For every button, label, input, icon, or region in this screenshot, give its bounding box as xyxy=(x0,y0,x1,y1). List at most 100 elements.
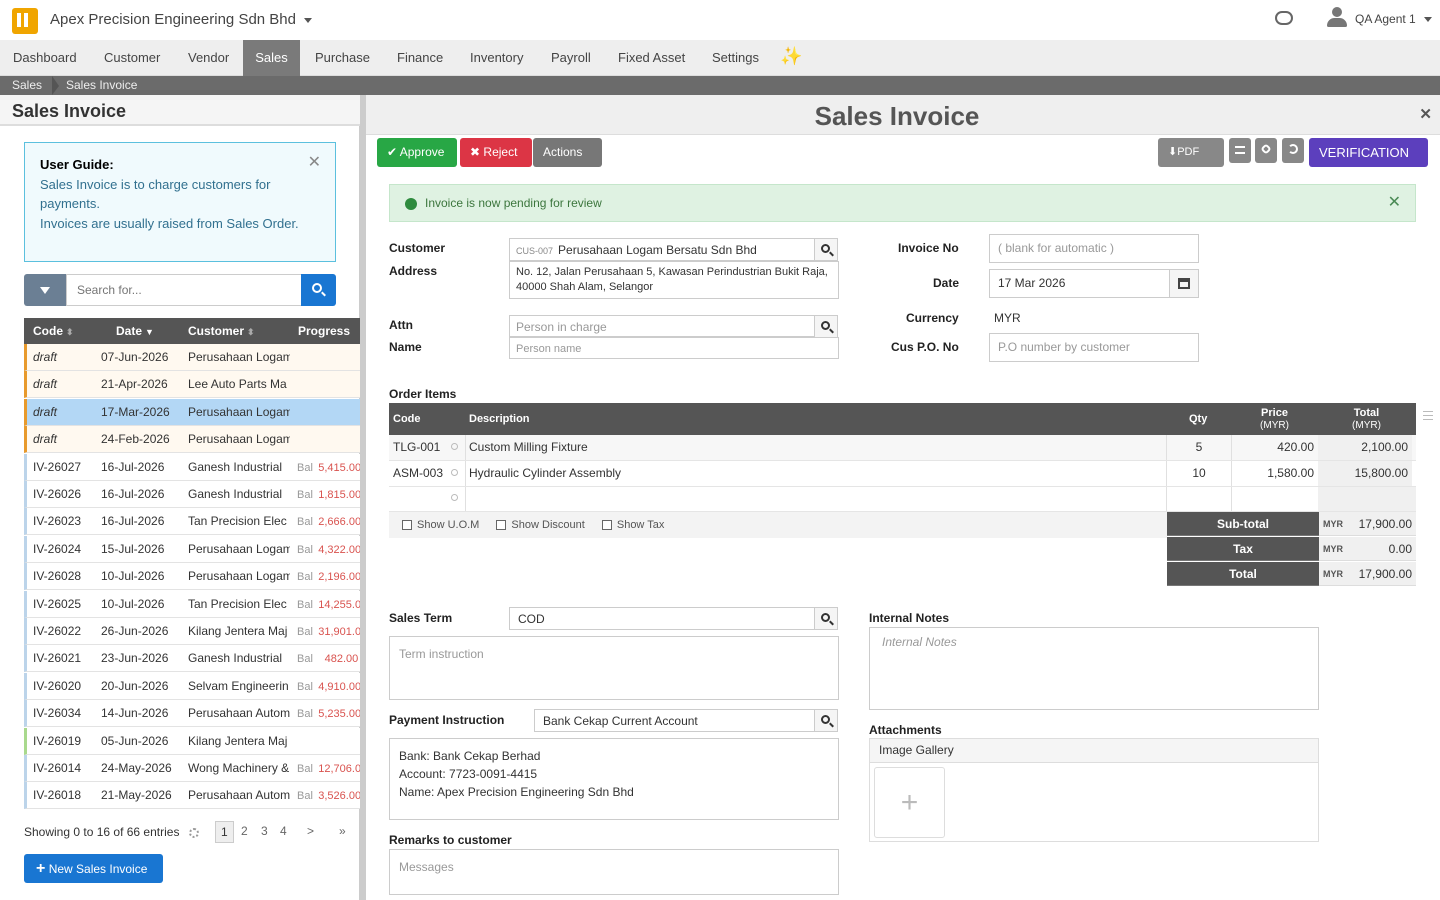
address-field[interactable]: No. 12, Jalan Perusahaan 5, Kawasan Peri… xyxy=(509,261,839,299)
customer-search-button[interactable] xyxy=(814,238,838,261)
table-row[interactable]: IV-26014 24-May-2026 Wong Machinery & Bal 1… xyxy=(24,755,361,782)
breadcrumb-sales-invoice[interactable]: Sales Invoice xyxy=(66,76,137,95)
drag-handle-icon[interactable] xyxy=(1423,411,1433,420)
payment-search-button[interactable] xyxy=(814,709,838,732)
table-row[interactable]: IV-26034 14-Jun-2026 Perusahaan Autom Bal 5… xyxy=(24,700,361,728)
nav-vendor[interactable]: Vendor xyxy=(175,40,242,76)
item-description[interactable]: Custom Milling Fixture xyxy=(469,435,588,460)
add-image-button[interactable]: + xyxy=(874,767,945,838)
search-icon[interactable] xyxy=(451,443,458,450)
list-icon[interactable] xyxy=(1229,138,1251,163)
search-button[interactable] xyxy=(301,274,336,306)
page-4[interactable]: 4 xyxy=(280,821,287,841)
internal-notes-textarea[interactable]: Internal Notes xyxy=(869,627,1319,710)
nav-dashboard[interactable]: Dashboard xyxy=(0,40,90,76)
history-icon[interactable] xyxy=(1282,138,1304,163)
date-input[interactable]: 17 Mar 2026 xyxy=(989,269,1170,298)
table-row[interactable]: IV-26020 20-Jun-2026 Selvam Engineerin Bal … xyxy=(24,672,361,700)
table-row[interactable]: draft 24-Feb-2026 Perusahaan Logam xyxy=(24,426,360,454)
verification-button[interactable]: VERIFICATION xyxy=(1309,138,1428,186)
payment-instruction-label: Payment Instruction xyxy=(389,713,505,727)
reject-button[interactable]: ✖ Reject xyxy=(460,138,532,167)
table-row[interactable]: IV-26022 26-Jun-2026 Kilang Jentera Maj Bal… xyxy=(24,618,361,645)
term-instruction-textarea[interactable]: Term instruction xyxy=(389,636,839,700)
chat-icon[interactable] xyxy=(1275,11,1293,25)
show-uom-checkbox[interactable]: Show U.O.M xyxy=(402,519,479,531)
close-icon[interactable]: ✕ xyxy=(1388,185,1401,221)
table-row[interactable]: IV-26019 05-Jun-2026 Kilang Jentera Maj xyxy=(24,727,360,755)
invoice-no-input[interactable]: ( blank for automatic ) xyxy=(989,234,1199,263)
col-date[interactable]: Date ▼ xyxy=(116,318,154,345)
filter-button[interactable] xyxy=(24,274,66,306)
pdf-button[interactable]: ⬇PDF xyxy=(1158,138,1224,184)
new-sales-invoice-button[interactable]: + New Sales Invoice xyxy=(24,854,163,883)
table-row[interactable]: IV-26021 23-Jun-2026 Ganesh Industrial Bal … xyxy=(24,645,360,673)
search-icon[interactable] xyxy=(451,494,458,501)
item-qty[interactable]: 5 xyxy=(1167,435,1231,460)
item-code[interactable]: TLG-001 xyxy=(393,435,440,460)
user-menu[interactable]: QA Agent 1 xyxy=(1355,12,1432,26)
close-icon[interactable]: ✕ xyxy=(1419,105,1432,123)
item-qty[interactable]: 10 xyxy=(1167,461,1231,486)
col-progress[interactable]: Progress xyxy=(298,318,350,344)
table-row[interactable]: IV-26028 10-Jul-2026 Perusahaan Logam Bal 2… xyxy=(24,563,361,591)
guide-title: User Guide: xyxy=(40,157,114,172)
nav-settings[interactable]: Settings xyxy=(699,40,772,76)
col-customer[interactable]: Customer ⬍ xyxy=(188,318,255,345)
order-row-empty[interactable] xyxy=(389,486,1416,512)
table-row[interactable]: IV-26024 15-Jul-2026 Perusahaan Logam Bal 4… xyxy=(24,535,361,563)
search-input[interactable] xyxy=(66,274,302,306)
page-3[interactable]: 3 xyxy=(261,821,268,841)
page-next[interactable]: > xyxy=(307,821,314,841)
nav-purchase[interactable]: Purchase xyxy=(302,40,383,76)
table-row[interactable]: IV-26025 10-Jul-2026 Tan Precision Elec Bal… xyxy=(24,590,361,618)
remarks-textarea[interactable]: Messages xyxy=(389,849,839,895)
table-row[interactable]: IV-26027 16-Jul-2026 Ganesh Industrial Bal … xyxy=(24,453,361,481)
cus-po-input[interactable]: P.O number by customer xyxy=(989,333,1199,362)
attn-search-button[interactable] xyxy=(814,315,838,338)
close-icon[interactable]: ✕ xyxy=(308,153,321,173)
item-description[interactable]: Hydraulic Cylinder Assembly xyxy=(469,461,621,486)
show-tax-checkbox[interactable]: Show Tax xyxy=(601,519,664,531)
nav-sales[interactable]: Sales xyxy=(243,40,300,76)
table-row[interactable]: draft 07-Jun-2026 Perusahaan Logam xyxy=(24,344,360,371)
table-row[interactable]: IV-26026 16-Jul-2026 Ganesh Industrial Bal … xyxy=(24,481,361,508)
approve-button[interactable]: ✔ Approve xyxy=(377,138,457,167)
link-icon[interactable] xyxy=(1255,138,1277,163)
table-row[interactable]: IV-26018 21-May-2026 Perusahaan Autom Bal 3… xyxy=(24,782,361,810)
customer-field[interactable]: CUS-007 Perusahaan Logam Bersatu Sdn Bhd xyxy=(509,238,815,261)
table-row[interactable]: IV-26023 16-Jul-2026 Tan Precision Elec Bal… xyxy=(24,508,361,536)
table-row[interactable]: draft 17-Mar-2026 Perusahaan Logam xyxy=(24,398,360,426)
nav-finance[interactable]: Finance xyxy=(384,40,456,76)
item-price[interactable]: 420.00 xyxy=(1232,435,1314,460)
nav-customer[interactable]: Customer xyxy=(91,40,173,76)
payment-account-input[interactable]: Bank Cekap Current Account xyxy=(534,709,815,732)
gear-icon[interactable] xyxy=(189,828,199,838)
nav-payroll[interactable]: Payroll xyxy=(538,40,604,76)
attn-input[interactable]: Person in charge xyxy=(509,315,815,337)
user-icon[interactable] xyxy=(1327,7,1347,27)
search-icon[interactable] xyxy=(451,468,458,476)
sales-term-input[interactable]: COD xyxy=(509,607,815,630)
item-total: 2,100.00 xyxy=(1318,435,1412,460)
nav-fixed-asset[interactable]: Fixed Asset xyxy=(605,40,698,76)
breadcrumb-sales[interactable]: Sales xyxy=(12,76,42,95)
actions-button[interactable]: Actions xyxy=(533,138,602,185)
col-code[interactable]: Code ⬍ xyxy=(33,318,74,345)
name-input[interactable]: Person name xyxy=(509,337,839,359)
table-row[interactable]: draft 21-Apr-2026 Lee Auto Parts Ma xyxy=(24,371,360,399)
page-1[interactable]: 1 xyxy=(215,821,234,843)
page-2[interactable]: 2 xyxy=(241,821,248,841)
sparkle-icon[interactable]: ✨ xyxy=(780,46,802,67)
item-price[interactable]: 1,580.00 xyxy=(1232,461,1314,486)
nav-inventory[interactable]: Inventory xyxy=(457,40,536,76)
calendar-icon[interactable] xyxy=(1169,269,1199,298)
page-last[interactable]: » xyxy=(339,821,346,841)
payment-instruction-textarea[interactable]: Bank: Bank Cekap Berhad Account: 7723-009… xyxy=(389,738,839,820)
company-switcher[interactable]: Apex Precision Engineering Sdn Bhd xyxy=(50,11,312,28)
item-code[interactable]: ASM-003 xyxy=(393,461,443,486)
sales-term-search-button[interactable] xyxy=(814,607,838,630)
order-row[interactable]: ASM-003 Hydraulic Cylinder Assembly 10 1,58… xyxy=(389,460,1416,487)
order-row[interactable]: TLG-001 Custom Milling Fixture 5 420.00 2,10… xyxy=(389,435,1416,461)
show-discount-checkbox[interactable]: Show Discount xyxy=(496,519,585,531)
